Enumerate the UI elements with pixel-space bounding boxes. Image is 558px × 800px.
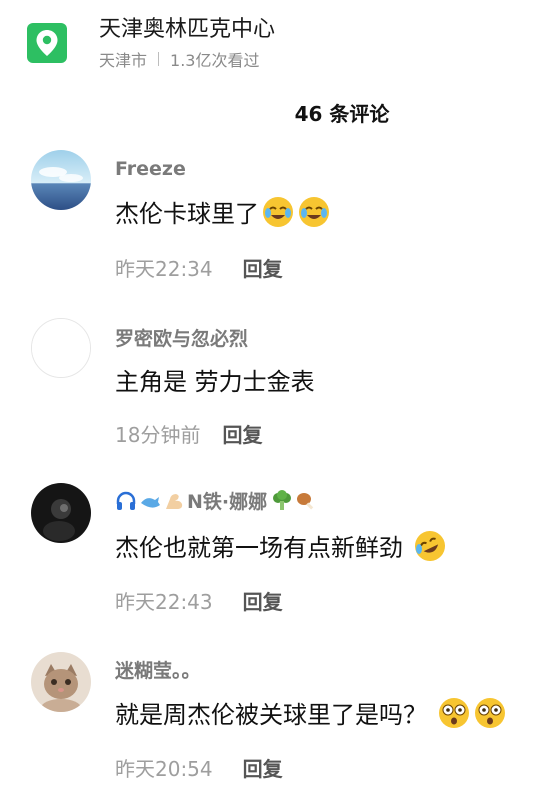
avatar[interactable]	[31, 483, 91, 543]
crying-laugh-emoji	[297, 195, 331, 229]
comment-time: 昨天22:34	[115, 257, 213, 281]
avatar[interactable]	[31, 150, 91, 210]
drumstick-icon	[295, 490, 317, 512]
reply-button[interactable]: 回复	[243, 753, 283, 782]
comment-meta: 昨天22:43 回复	[115, 586, 283, 615]
comment-time: 18分钟前	[115, 423, 201, 447]
location-pin-icon	[27, 23, 67, 63]
location-header[interactable]: 天津奥林匹克中心 天津市 1.3亿次看过	[0, 0, 558, 80]
comment-meta: 昨天22:34 回复	[115, 253, 283, 282]
location-title: 天津奥林匹克中心	[99, 17, 276, 42]
comment-text: 杰伦也就第一场有点新鲜劲	[115, 528, 447, 563]
comment-text: 就是周杰伦被关球里了是吗？	[115, 695, 507, 730]
comment-author[interactable]: 罗密欧与忽必烈	[115, 324, 248, 351]
comment-text: 主角是 劳力士金表	[115, 368, 315, 396]
comment-meta: 昨天20:54 回复	[115, 753, 283, 782]
location-subtitle: 天津市 1.3亿次看过	[99, 47, 259, 71]
rolling-laugh-emoji	[413, 529, 447, 563]
comment-author[interactable]: 迷糊莹。。	[115, 656, 201, 683]
comment-count: 46 条评论	[294, 102, 390, 126]
broccoli-icon	[271, 489, 293, 512]
shocked-face-emoji	[437, 696, 471, 730]
location-views: 1.3亿次看过	[170, 51, 260, 70]
location-city: 天津市	[99, 51, 148, 70]
headphones-icon	[115, 490, 137, 512]
divider	[158, 52, 160, 66]
avatar[interactable]	[31, 652, 91, 712]
reply-button[interactable]: 回复	[222, 419, 262, 448]
avatar[interactable]	[31, 318, 91, 378]
comment-time: 昨天22:43	[115, 590, 213, 614]
flexed-arm-icon	[163, 490, 185, 512]
comment-author[interactable]: N铁·娜娜	[115, 487, 319, 514]
comment-text: 杰伦卡球里了	[115, 194, 331, 229]
reply-button[interactable]: 回复	[243, 253, 283, 282]
reply-button[interactable]: 回复	[243, 586, 283, 615]
crying-laugh-emoji	[261, 195, 295, 229]
comment-time: 昨天20:54	[115, 757, 213, 781]
whale-icon	[139, 490, 161, 512]
shocked-face-emoji	[473, 696, 507, 730]
comment-author[interactable]: Freeze	[115, 158, 186, 180]
comment-meta: 18分钟前 回复	[115, 419, 262, 448]
